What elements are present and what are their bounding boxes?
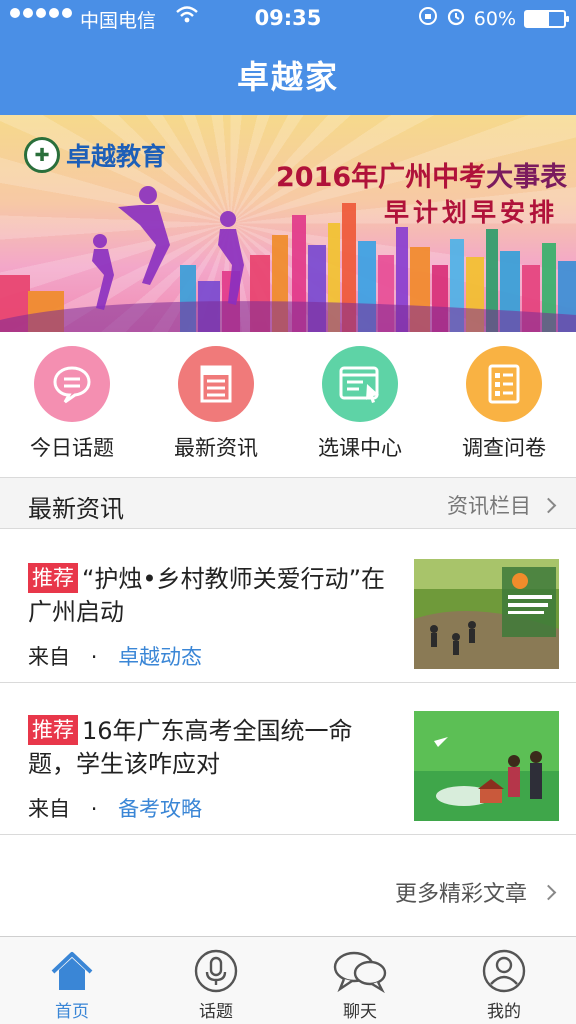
promo-banner[interactable]: ✚ 卓越教育 2016年广州中考大事表 早计划早安排	[0, 115, 576, 332]
quick-menu: 今日话题 最新资讯 选课中心 调查问卷	[0, 332, 576, 477]
tab-label: 话题	[199, 1002, 233, 1022]
chat-icon	[288, 945, 432, 997]
battery-icon	[524, 9, 569, 28]
banner-headline: 2016年广州中考大事表	[276, 155, 567, 194]
tab-label: 聊天	[343, 1002, 377, 1022]
tab-home[interactable]: 首页	[0, 937, 144, 1024]
more-articles-area: 更多精彩文章	[0, 836, 576, 936]
more-articles-label: 更多精彩文章	[394, 882, 527, 907]
page-title: 卓越家	[236, 58, 339, 96]
profile-icon	[432, 945, 576, 997]
recommend-badge: 推荐	[28, 563, 78, 593]
tab-profile[interactable]: 我的	[432, 937, 576, 1024]
tab-label: 首页	[55, 1002, 89, 1022]
quick-item-label: 今日话题	[30, 436, 114, 460]
course-select-icon	[322, 346, 398, 422]
news-meta: 来自 · 备考攻略	[28, 793, 202, 823]
banner-subline: 早计划早安排	[384, 198, 559, 227]
news-from-label: 来自	[28, 797, 70, 821]
brand-name: 卓越教育	[66, 142, 167, 171]
news-column-link[interactable]: 资讯栏目	[447, 490, 557, 520]
more-articles-link[interactable]: 更多精彩文章	[394, 876, 557, 908]
brand-emblem-icon: ✚	[24, 137, 60, 173]
microphone-icon	[144, 945, 288, 997]
survey-icon	[466, 346, 542, 422]
chat-bubble-icon	[34, 346, 110, 422]
news-icon	[178, 346, 254, 422]
news-source-link[interactable]: 卓越动态	[118, 645, 202, 669]
news-title-block: 推荐 16年广东高考全国统一命题，学生该咋应对	[28, 715, 393, 781]
news-column-label: 资讯栏目	[447, 494, 531, 518]
home-icon	[0, 945, 144, 997]
news-item[interactable]: 推荐 “护烛•乡村教师关爱行动”在广州启动 来自 · 卓越动态	[0, 533, 576, 683]
news-meta: 来自 · 卓越动态	[28, 641, 202, 671]
section-title: 最新资讯	[28, 495, 124, 523]
rotation-lock-icon	[418, 6, 438, 31]
news-thumbnail	[414, 559, 559, 669]
quick-item-label: 最新资讯	[174, 436, 258, 460]
alarm-icon	[446, 6, 466, 31]
news-from-label: 来自	[28, 645, 70, 669]
news-source-link[interactable]: 备考攻略	[118, 797, 202, 821]
status-bar: 中国电信 09:35 60%	[0, 0, 576, 38]
news-section-header: 最新资讯 资讯栏目	[0, 477, 576, 529]
quick-item-today-topic[interactable]: 今日话题	[0, 332, 144, 477]
headline-rest: 大事表	[486, 162, 568, 193]
quick-item-label: 选课中心	[318, 436, 402, 460]
news-thumbnail	[414, 711, 559, 821]
headline-year: 2016年	[276, 162, 379, 193]
headline-city: 广州中考	[378, 162, 487, 193]
news-meta-dot: ·	[90, 797, 98, 821]
bottom-tab-bar: 首页 话题 聊天 我的	[0, 936, 576, 1024]
top-bar: 中国电信 09:35 60% 卓越家	[0, 0, 576, 115]
news-item[interactable]: 推荐 16年广东高考全国统一命题，学生该咋应对 来自 · 备考攻略	[0, 685, 576, 835]
quick-item-latest-news[interactable]: 最新资讯	[144, 332, 288, 477]
battery-percent: 60%	[473, 7, 516, 30]
tab-label: 我的	[487, 1002, 521, 1022]
quick-item-label: 调查问卷	[462, 436, 546, 460]
chevron-right-icon	[540, 497, 557, 513]
news-title: “护烛•乡村教师关爱行动”在广州启动	[28, 565, 386, 626]
tab-chat[interactable]: 聊天	[288, 937, 432, 1024]
news-title-block: 推荐 “护烛•乡村教师关爱行动”在广州启动	[28, 563, 393, 629]
news-meta-dot: ·	[90, 645, 98, 669]
tab-topic[interactable]: 话题	[144, 937, 288, 1024]
chevron-right-icon	[540, 884, 557, 900]
brand-logo: ✚ 卓越教育	[24, 137, 166, 173]
quick-item-course-center[interactable]: 选课中心	[288, 332, 432, 477]
recommend-badge: 推荐	[28, 715, 78, 745]
quick-item-survey[interactable]: 调查问卷	[432, 332, 576, 477]
